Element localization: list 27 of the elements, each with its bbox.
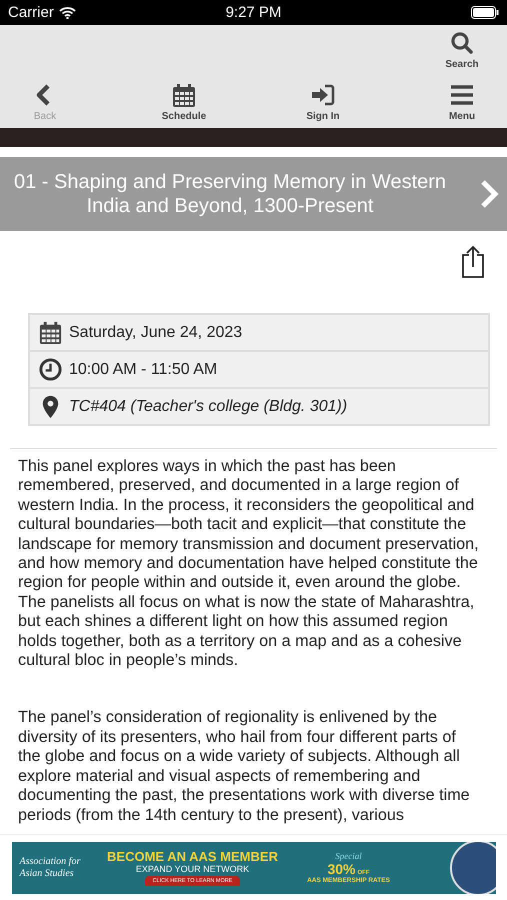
- toolbar-button[interactable]: Menu: [439, 82, 485, 122]
- detail-text: 10:00 AM - 11:50 AM: [69, 360, 218, 378]
- detail-text: TC#404 (Teacher's college (Bldg. 301)): [69, 398, 348, 416]
- wifi-icon: [58, 6, 76, 18]
- detail-text: Saturday, June 24, 2023: [69, 324, 242, 342]
- banner-special-label: Special: [335, 851, 362, 861]
- banner-headline: BECOME AN AAS MEMBER: [107, 849, 278, 864]
- session-title: 01 - Shaping and Preserving Memory in Western India and Beyond, 1300-Present: [12, 170, 448, 218]
- battery-icon: [471, 6, 499, 19]
- banner-org-name: Association for Asian Studies: [20, 856, 82, 880]
- description-paragraph: This panel explores ways in which the past has been remembered, preserved, and documented in a large region of western India. In the process, it reconsiders the geopolitical and cultural boundaries—both tacit and explicit—that constitute the landscape for memory transmission and document preservation, and how memory and documentation have helped constitute the region for people within and outside it, even around the globe. The panelists all focus on what is now the state of Maharashtra, but each shines a different light on how this assumed region holds together, both as a territory on a map and as a cohesive cultural bloc in people’s minds.: [18, 457, 479, 670]
- carrier-label: Carrier: [8, 4, 54, 21]
- globe-picture: [450, 842, 496, 894]
- clock-time: 9:27 PM: [226, 4, 282, 21]
- next-chevron-icon[interactable]: [479, 179, 499, 209]
- search-icon: [449, 30, 475, 56]
- toolbar-button[interactable]: Sign In: [300, 82, 346, 122]
- sign-in-arrow-icon: [310, 82, 336, 108]
- banner-discount: 30%: [327, 861, 356, 877]
- toolbar-button[interactable]: Schedule: [161, 82, 207, 122]
- search-button[interactable]: Search: [439, 30, 485, 74]
- banner-subline: EXPAND YOUR NETWORK: [136, 864, 250, 874]
- calendar-icon: [38, 320, 63, 345]
- share-icon[interactable]: [461, 245, 485, 279]
- clock-icon: [38, 357, 63, 382]
- calendar-icon: [171, 82, 197, 108]
- description-paragraph: The panel’s consideration of regionality is enlivened by the diversity of its presenters, who hail from four different parts of the globe and focus on a wide variety of subjects. Although all explore material and visual aspects of remembering and documenting the past, the presentations work with diverse time periods (from the 14th century to the present), various: [18, 708, 471, 825]
